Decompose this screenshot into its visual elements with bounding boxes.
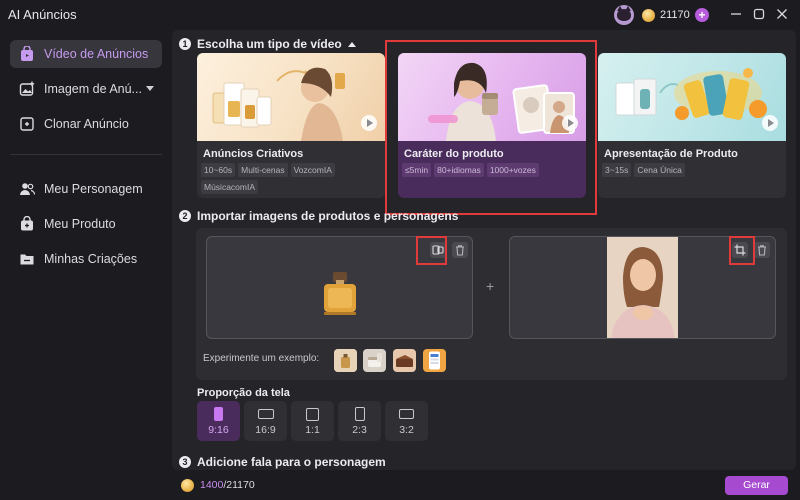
ratio-option-16-9[interactable]: 16:9: [244, 401, 287, 441]
ratio-option-3-2[interactable]: 3:2: [385, 401, 428, 441]
play-icon[interactable]: [762, 115, 778, 131]
chevron-down-icon[interactable]: [146, 86, 154, 91]
portrait-ratio-icon: [214, 407, 223, 421]
ratio-option-9-16[interactable]: 9:16: [197, 401, 240, 441]
portrait-ratio-icon: [354, 407, 365, 421]
card-tags: 10~60s Multi-cenas VozcomIA MúsicacomIA: [201, 163, 381, 194]
main-panel: 1 Escolha um tipo de vídeo Anúncios Cria…: [172, 30, 796, 470]
example-thumb-phone[interactable]: [423, 349, 446, 372]
ratio-label: 2:3: [352, 424, 367, 436]
chevron-up-icon[interactable]: [347, 41, 356, 47]
tag-ai-voice: VozcomIA: [290, 163, 335, 177]
ratio-option-2-3[interactable]: 2:3: [338, 401, 381, 441]
highlight-box: [416, 236, 447, 265]
perfume-bottle-image: [324, 272, 356, 315]
import-panel: + Experimente um exemplo:: [196, 228, 787, 380]
delete-icon[interactable]: [452, 242, 468, 258]
card-title: Anúncios Criativos: [203, 148, 304, 160]
step-2-header: 2 Importar imagens de produtos e persona…: [179, 209, 458, 223]
maximize-icon[interactable]: [750, 6, 768, 24]
add-credits-button[interactable]: +: [695, 8, 709, 22]
square-ratio-icon: [306, 408, 319, 421]
credit-cost: 1400/21170: [200, 479, 255, 491]
landscape-ratio-icon: [257, 409, 274, 419]
sidebar-item-my-product[interactable]: Meu Produto: [10, 210, 162, 238]
app-window: AI Anúncios 21170 + Vídeo de Anúncios Im…: [0, 0, 800, 500]
plus-separator: +: [486, 278, 495, 294]
character-photo: [607, 237, 678, 338]
ratio-label: 9:16: [208, 424, 229, 436]
credits-total: /21170: [223, 479, 255, 491]
tag-duration: 10~60s: [201, 163, 236, 177]
folder-icon: [19, 251, 35, 267]
sidebar-divider: [10, 154, 162, 155]
step-number: 2: [179, 210, 191, 222]
video-type-card-product-showcase[interactable]: Apresentação de Produto 3~15s Cena Única: [598, 53, 786, 198]
close-icon[interactable]: [773, 6, 791, 24]
app-title: AI Anúncios: [8, 7, 77, 22]
credits-balance: 21170: [660, 9, 690, 21]
highlight-box: [385, 40, 597, 215]
card-thumbnail: [598, 53, 786, 141]
tag-single-scene: Cena Única: [634, 163, 685, 177]
card-tags: 3~15s Cena Única: [602, 163, 782, 177]
ratio-label: 16:9: [255, 424, 276, 436]
tag-ai-music: MúsicacomIA: [201, 180, 259, 194]
bottom-bar: 1400/21170 Gerar: [172, 470, 800, 500]
step-title: Adicione fala para o personagem: [197, 455, 386, 469]
sidebar-item-my-creations[interactable]: Minhas Criações: [10, 245, 162, 273]
try-example-label: Experimente um exemplo:: [203, 353, 320, 364]
tag-multi-scene: Multi-cenas: [238, 163, 288, 177]
example-thumb-perfume[interactable]: [334, 349, 357, 372]
sidebar-item-label: Meu Produto: [44, 217, 116, 231]
sidebar-item-clone-ad[interactable]: Clonar Anúncio: [10, 110, 162, 138]
step-number: 3: [179, 456, 191, 468]
sidebar: Vídeo de Anúncios Imagem de Anú... Clona…: [0, 30, 170, 500]
tag-duration: 3~15s: [602, 163, 632, 177]
title-bar: AI Anúncios 21170 +: [0, 0, 800, 30]
user-avatar[interactable]: [614, 5, 634, 25]
sidebar-item-label: Minhas Criações: [44, 252, 138, 266]
sidebar-item-label: Imagem de Anú...: [44, 82, 142, 96]
coin-icon: [642, 9, 655, 22]
step-3-header: 3 Adicione fala para o personagem: [179, 455, 386, 469]
video-type-card-creative-ads[interactable]: Anúncios Criativos 10~60s Multi-cenas Vo…: [197, 53, 385, 198]
step-title: Importar imagens de produtos e personage…: [197, 209, 459, 223]
credits-used: 1400: [200, 479, 224, 491]
clone-icon: [19, 116, 35, 132]
sidebar-item-label: Clonar Anúncio: [44, 117, 129, 131]
play-icon[interactable]: [361, 115, 377, 131]
step-number: 1: [179, 38, 191, 50]
sidebar-item-video-ads[interactable]: Vídeo de Anúncios: [10, 40, 162, 68]
coin-icon: [181, 479, 194, 492]
delete-icon[interactable]: [754, 242, 770, 258]
ratio-option-1-1[interactable]: 1:1: [291, 401, 334, 441]
highlight-box: [729, 236, 755, 265]
ratio-label: 3:2: [399, 424, 414, 436]
video-bag-icon: [19, 45, 35, 62]
generate-button[interactable]: Gerar: [725, 476, 788, 495]
ratio-label: 1:1: [305, 424, 320, 436]
landscape-ratio-icon: [399, 409, 414, 419]
step-1-header[interactable]: 1 Escolha um tipo de vídeo: [179, 37, 356, 51]
sidebar-item-label: Meu Personagem: [44, 182, 143, 196]
example-thumb-cream[interactable]: [363, 349, 386, 372]
aspect-ratio-title: Proporção da tela: [197, 387, 290, 399]
sidebar-item-my-character[interactable]: Meu Personagem: [10, 175, 162, 203]
image-plus-icon: [19, 81, 35, 97]
card-thumbnail: [197, 53, 385, 141]
sidebar-item-image-ads[interactable]: Imagem de Anú...: [10, 75, 162, 103]
shopping-bag-icon: [19, 215, 35, 232]
step-title: Escolha um tipo de vídeo: [197, 37, 342, 51]
people-icon: [19, 181, 36, 197]
example-thumb-chocolate[interactable]: [393, 349, 416, 372]
sidebar-item-label: Vídeo de Anúncios: [44, 47, 149, 61]
card-title: Apresentação de Produto: [604, 148, 738, 160]
minimize-icon[interactable]: [727, 6, 745, 24]
